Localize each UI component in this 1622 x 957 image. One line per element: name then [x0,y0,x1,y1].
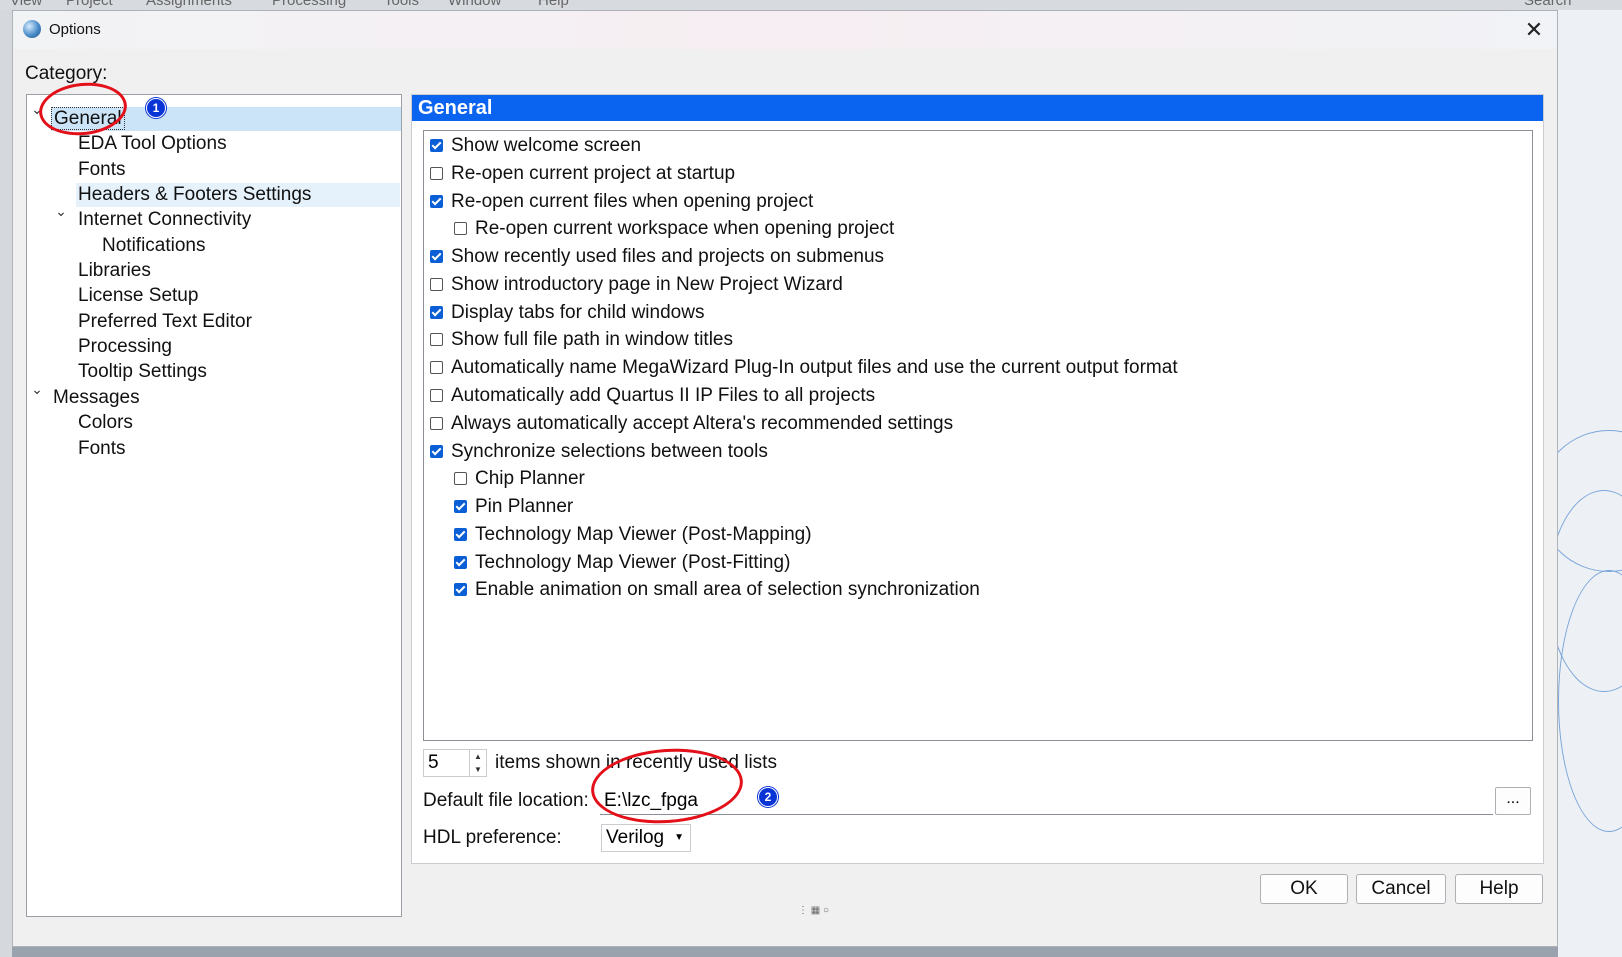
checkbox-full-path[interactable]: Show full file path in window titles [430,329,733,351]
checkbox-unchecked-icon [454,472,467,485]
menu-processing: Processing [272,0,347,9]
checkbox-recent-submenus[interactable]: Show recently used files and projects on… [430,246,884,268]
browse-button[interactable]: ... [1495,787,1531,815]
checkbox-intro-page[interactable]: Show introductory page in New Project Wi… [430,274,843,296]
checkbox-unchecked-icon [430,278,443,291]
checkbox-synchronize-selections[interactable]: Synchronize selections between tools [430,441,768,463]
background-left-panel [0,10,12,957]
checkbox-checked-icon [430,250,443,263]
checkbox-tmv-post-mapping[interactable]: Technology Map Viewer (Post-Mapping) [454,524,812,546]
checkbox-checked-icon [454,556,467,569]
menu-help: Help [538,0,569,9]
checkbox-checked-icon [454,500,467,513]
tree-item-messages-fonts[interactable]: Fonts [76,437,128,461]
checkbox-checked-icon [430,139,443,152]
checkbox-unchecked-icon [430,417,443,430]
checkbox-unchecked-icon [430,333,443,346]
ok-button[interactable]: OK [1260,874,1348,904]
checkbox-checked-icon [430,195,443,208]
annotation-badge-2: 2 [758,787,778,807]
checkbox-reopen-files[interactable]: Re-open current files when opening proje… [430,191,813,213]
menu-window: Window [448,0,502,9]
checkbox-tmv-post-fitting[interactable]: Technology Map Viewer (Post-Fitting) [454,552,790,574]
hdl-preference-select[interactable]: Verilog ▼ [601,824,691,852]
title-bar: Options ✕ [13,11,1557,49]
tree-item-headers-footers[interactable]: Headers & Footers Settings [76,183,400,207]
checkbox-enable-animation[interactable]: Enable animation on small area of select… [454,579,980,601]
tree-item-internet-connectivity[interactable]: Internet Connectivity [76,208,253,232]
menu-assignments: Assignments [146,0,232,9]
checkbox-checked-icon [430,306,443,319]
options-dialog: Options ✕ Category: ⌄ General EDA Tool O… [12,10,1558,947]
panel-header: General [412,95,1543,121]
checkbox-chip-planner[interactable]: Chip Planner [454,468,585,490]
tree-item-general[interactable]: General [51,107,401,131]
tree-item-colors[interactable]: Colors [76,411,135,435]
hdl-preference-label: HDL preference: [423,827,562,848]
dropdown-caret-icon: ▼ [674,832,684,843]
quartus-app-icon [23,20,41,38]
tree-item-notifications[interactable]: Notifications [100,234,208,258]
category-tree: ⌄ General EDA Tool Options Fonts Headers… [26,94,402,917]
checkbox-unchecked-icon [430,167,443,180]
background-search: Search [1524,0,1572,9]
background-menubar: View Project Assignments Processing Tool… [0,0,1622,10]
tree-item-messages[interactable]: Messages [51,386,142,410]
background-right-panel [1558,10,1622,957]
cancel-button[interactable]: Cancel [1356,874,1446,904]
chevron-down-icon[interactable]: ⌄ [54,203,68,220]
tree-item-preferred-text-editor[interactable]: Preferred Text Editor [76,310,254,334]
spin-arrows-icon[interactable]: ▲ ▼ [469,750,486,776]
recent-count-spinbox[interactable]: 5 ▲ ▼ [423,749,487,777]
checkbox-unchecked-icon [430,389,443,402]
checkbox-accept-recommended[interactable]: Always automatically accept Altera's rec… [430,413,953,435]
checkbox-reopen-project[interactable]: Re-open current project at startup [430,163,735,185]
general-settings-panel: General Show welcome screen Re-open curr… [411,94,1544,864]
tree-item-eda-tool-options[interactable]: EDA Tool Options [76,132,229,156]
menu-view: View [10,0,43,9]
help-button[interactable]: Help [1455,874,1543,904]
checkbox-unchecked-icon [454,222,467,235]
file-location-input[interactable]: E:\lzc_fpga [600,787,1493,815]
checkbox-megawizard-name[interactable]: Automatically name MegaWizard Plug-In ou… [430,357,1178,379]
tree-item-processing[interactable]: Processing [76,335,174,359]
checkbox-pin-planner[interactable]: Pin Planner [454,496,573,518]
tree-item-tooltip-settings[interactable]: Tooltip Settings [76,360,209,384]
recent-count-value: 5 [428,752,439,773]
category-label: Category: [25,63,108,84]
resize-grip-icon: ⋮ ▦ ○ [798,905,830,916]
tree-item-fonts[interactable]: Fonts [76,158,128,182]
checkbox-checked-icon [430,445,443,458]
options-list: Show welcome screen Re-open current proj… [423,130,1533,741]
checkbox-unchecked-icon [430,361,443,374]
checkbox-checked-icon [454,528,467,541]
checkbox-display-tabs[interactable]: Display tabs for child windows [430,302,704,324]
hdl-preference-value: Verilog [606,827,665,848]
recent-count-label: items shown in recently used lists [495,752,777,773]
checkbox-add-ip-files[interactable]: Automatically add Quartus II IP Files to… [430,385,875,407]
chevron-down-icon[interactable]: ⌄ [30,381,44,398]
dialog-title: Options [49,21,101,38]
checkbox-show-welcome-screen[interactable]: Show welcome screen [430,135,641,157]
checkbox-reopen-workspace[interactable]: Re-open current workspace when opening p… [454,218,894,240]
annotation-badge-1: 1 [146,98,166,118]
close-button[interactable]: ✕ [1511,11,1557,49]
tree-item-libraries[interactable]: Libraries [76,259,153,283]
checkbox-checked-icon [454,583,467,596]
tree-item-license-setup[interactable]: License Setup [76,284,200,308]
menu-tools: Tools [384,0,420,9]
chevron-down-icon[interactable]: ⌄ [30,101,44,118]
file-location-label: Default file location: [423,790,589,811]
menu-project: Project [66,0,113,9]
